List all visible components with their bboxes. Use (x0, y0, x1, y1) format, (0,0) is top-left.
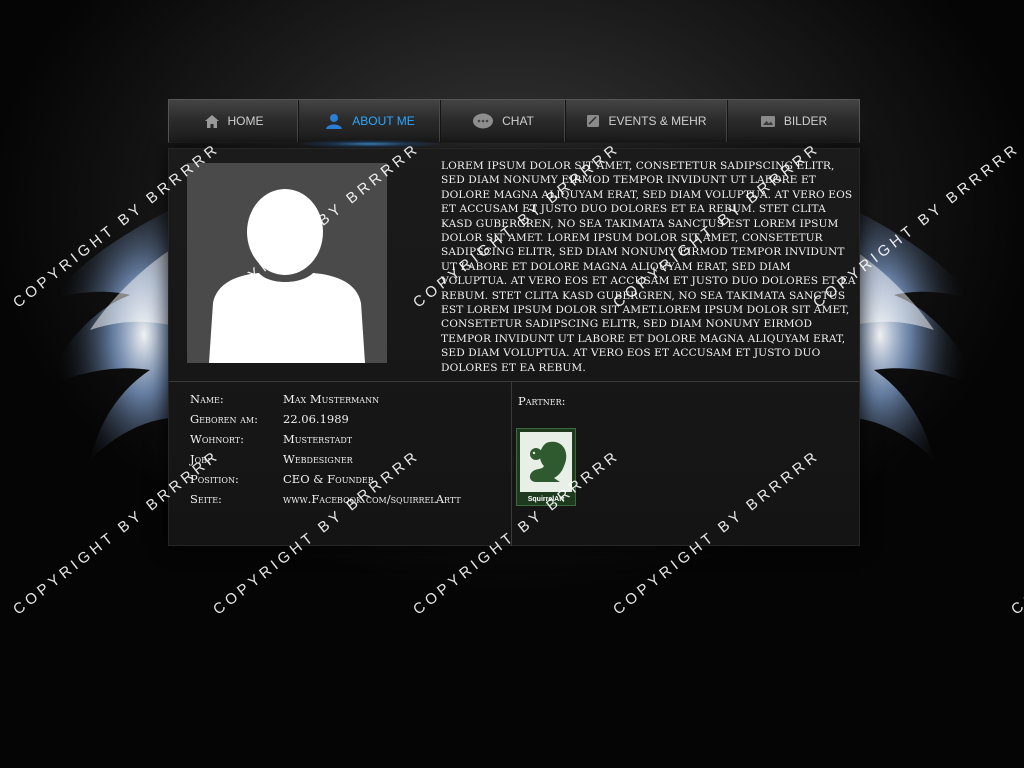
nav-bilder-label: Bilder (783, 114, 828, 128)
info-key: Position: (190, 472, 239, 486)
info-row-job: Job: Webdesigner (190, 452, 461, 472)
info-row-birthdate: Geboren am: 22.06.1989 (190, 412, 461, 432)
info-value: 22.06.1989 (283, 412, 349, 426)
partner-logo-link[interactable]: SquirrelArt (516, 428, 576, 506)
bio-text: Lorem ipsum dolor sit amet, consetetur s… (441, 160, 856, 374)
info-value: Musterstadt (283, 432, 353, 446)
user-silhouette-icon (209, 189, 365, 363)
right-wing-decoration (854, 210, 984, 460)
info-row-name: Name: Max Mustermann (190, 392, 461, 412)
home-icon (204, 114, 220, 129)
info-row-website: Seite: www.Facebook.com/squirrelArtt (190, 492, 461, 512)
info-key: Job: (190, 452, 211, 466)
info-key: Wohnort: (190, 432, 245, 446)
nav-home[interactable]: Home (169, 100, 299, 142)
avatar (187, 163, 387, 363)
watermark-text: COPYRIGHT BY BRRRRR (1008, 447, 1024, 619)
horizontal-divider (169, 381, 859, 382)
partner-label: Partner: (518, 394, 566, 408)
info-value: CEO & Founder (283, 472, 374, 486)
chat-bubble-icon (472, 112, 494, 130)
info-value: Webdesigner (283, 452, 353, 466)
squirrel-logo-icon (520, 432, 572, 492)
info-key: Name: (190, 392, 224, 406)
user-icon (324, 112, 344, 130)
nav-events-label: Events & Mehr (608, 114, 707, 128)
info-list: Name: Max Mustermann Geboren am: 22.06.1… (190, 392, 461, 512)
nav-chat[interactable]: Chat (441, 100, 566, 142)
picture-icon (760, 115, 776, 128)
info-key: Seite: (190, 492, 222, 506)
nav-about-me[interactable]: About me (299, 100, 441, 142)
vertical-divider (511, 382, 512, 546)
info-row-residence: Wohnort: Musterstadt (190, 432, 461, 452)
active-tab-glow (300, 140, 440, 148)
nav-home-label: Home (227, 114, 264, 128)
nav-about-me-label: About me (352, 114, 415, 128)
main-nav: Home About me Chat Events & Mehr Bilder (168, 99, 860, 143)
nav-chat-label: Chat (502, 114, 534, 128)
partner-logo-caption: SquirrelArt (527, 496, 565, 503)
info-value: Max Mustermann (283, 392, 380, 406)
nav-bilder[interactable]: Bilder (728, 100, 859, 142)
info-row-position: Position: CEO & Founder (190, 472, 461, 492)
nav-events[interactable]: Events & Mehr (566, 100, 728, 142)
profile-panel: Lorem ipsum dolor sit amet, consetetur s… (168, 148, 860, 546)
website-link[interactable]: www.Facebook.com/squirrelArtt (283, 492, 461, 512)
calendar-icon (586, 114, 600, 128)
left-wing-decoration (40, 210, 170, 460)
info-key: Geboren am: (190, 412, 258, 426)
